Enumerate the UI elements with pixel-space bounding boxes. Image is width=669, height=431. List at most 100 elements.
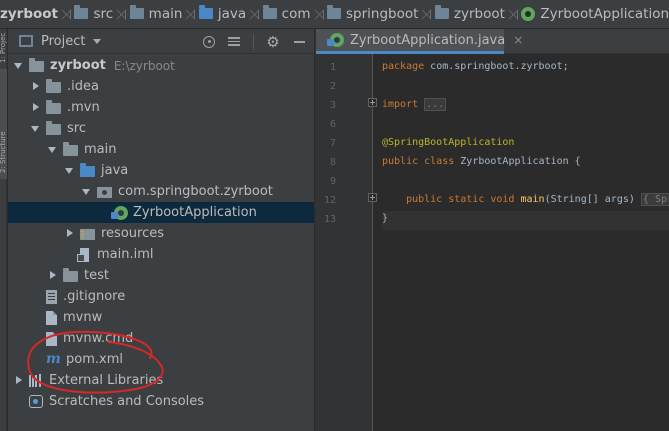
code-line-1: package com.springboot.zyrboot; <box>382 61 569 72</box>
spring-boot-class-icon <box>521 7 536 21</box>
tree-item-label: .mvn <box>67 100 100 115</box>
breadcrumb-item-java[interactable]: java <box>198 0 246 28</box>
collapsed-arrow-icon[interactable] <box>14 376 23 385</box>
project-view-selector[interactable]: Project <box>41 34 85 49</box>
breadcrumb-separator-icon <box>315 0 324 28</box>
project-path: E:\zyrboot <box>113 58 175 73</box>
expanded-arrow-icon[interactable] <box>14 61 23 70</box>
scratches-icon <box>29 395 43 408</box>
tree-item-label: pom.xml <box>66 352 123 367</box>
breadcrumb-separator-icon <box>422 0 431 28</box>
libraries-icon <box>29 374 43 387</box>
code-line-7: public class ZyrbootApplication { <box>382 156 581 167</box>
collapsed-arrow-icon[interactable] <box>31 82 40 91</box>
package-icon <box>97 187 112 198</box>
tree-item[interactable]: Scratches and Consoles <box>8 391 314 412</box>
folder-icon <box>63 142 78 156</box>
maven-icon: m <box>46 351 61 367</box>
tree-item[interactable]: main <box>8 139 314 160</box>
tree-item-label: com.springboot.zyrboot <box>118 184 273 199</box>
collapsed-arrow-icon[interactable] <box>31 103 40 112</box>
expanded-arrow-icon[interactable] <box>31 124 40 133</box>
breadcrumb-item-project[interactable]: zyrboot <box>0 0 58 28</box>
expanded-arrow-icon[interactable] <box>82 187 91 196</box>
tree-item-label: ZyrbootApplication <box>133 205 257 220</box>
breadcrumb-item-class[interactable]: ZyrbootApplication <box>521 0 669 28</box>
tree-item[interactable]: mvnw.cmd <box>8 328 314 349</box>
folder-icon <box>74 4 89 19</box>
project-panel-header: Project ⚙ <box>8 29 314 54</box>
folder-icon <box>29 58 44 72</box>
tree-item[interactable]: mvnw <box>8 307 314 328</box>
code-line-12: } <box>382 213 389 224</box>
tree-item[interactable]: External Libraries <box>8 370 314 391</box>
line-number: 3 <box>329 100 336 111</box>
gear-icon[interactable]: ⚙ <box>266 34 280 49</box>
code-line-6: @SpringBootApplication <box>382 137 515 148</box>
collapsed-arrow-icon[interactable] <box>48 271 57 280</box>
breadcrumb-separator-icon <box>62 0 71 28</box>
source-folder-icon <box>80 163 95 177</box>
tree-item-label: .idea <box>67 79 99 94</box>
tree-item-label: Scratches and Consoles <box>49 394 205 409</box>
close-icon[interactable]: × <box>513 33 523 47</box>
line-number: 2 <box>329 81 336 92</box>
folder-icon <box>46 79 61 93</box>
fold-expand-icon[interactable] <box>368 98 377 107</box>
tree-item[interactable]: src <box>8 118 314 139</box>
tree-item[interactable]: .idea <box>8 76 314 97</box>
editor-tab-zyrbootapplication[interactable]: ZyrbootApplication.java × <box>316 29 523 54</box>
tree-item[interactable]: java <box>8 160 314 181</box>
breadcrumb-item-springboot[interactable]: springboot <box>327 0 418 28</box>
breadcrumb-item-main[interactable]: main <box>129 0 182 28</box>
tree-item-label: resources <box>101 226 165 241</box>
tree-item[interactable]: .mvn <box>8 97 314 118</box>
folder-icon <box>129 4 144 19</box>
breadcrumb-separator-icon <box>117 0 126 28</box>
package-icon <box>327 4 341 19</box>
minimize-icon[interactable] <box>292 35 306 49</box>
tree-item-label: main.iml <box>97 247 154 262</box>
line-number: 13 <box>323 214 336 225</box>
tree-item[interactable]: resources <box>8 223 314 244</box>
module-file-icon <box>77 247 89 262</box>
tree-item[interactable]: m pom.xml <box>8 349 314 370</box>
tree-item[interactable]: com.springboot.zyrboot <box>8 181 314 202</box>
chevron-down-icon[interactable] <box>93 38 102 44</box>
tree-item-label: test <box>84 268 109 283</box>
text-file-icon <box>46 310 57 325</box>
expanded-arrow-icon[interactable] <box>48 145 57 154</box>
tree-item[interactable]: zyrboot E:\zyrboot <box>8 55 314 76</box>
tree-item[interactable]: ZyrbootApplication <box>8 202 314 223</box>
tree-item-label: External Libraries <box>49 373 164 388</box>
locate-icon[interactable] <box>203 35 215 48</box>
breadcrumb-item-com[interactable]: com <box>262 0 311 28</box>
folder-icon <box>46 121 61 135</box>
breadcrumb-item-src[interactable]: src <box>74 0 113 28</box>
project-panel-toolbar: ⚙ <box>203 29 306 54</box>
package-icon <box>262 4 277 19</box>
tree-item-label: src <box>67 121 86 136</box>
tree-item[interactable]: main.iml <box>8 244 314 265</box>
code-line-9: public static void main(String[] args) {… <box>382 190 669 209</box>
collapsed-arrow-icon[interactable] <box>65 229 74 238</box>
source-folder-icon <box>198 4 213 19</box>
folded-imports[interactable]: ... <box>424 98 447 111</box>
breadcrumb-separator-icon <box>186 0 195 28</box>
tree-item[interactable]: test <box>8 265 314 286</box>
breadcrumb-item-zyrboot[interactable]: zyrboot <box>434 0 505 28</box>
tool-tab-project[interactable]: 2: Structure <box>0 69 7 179</box>
tree-item[interactable]: .gitignore <box>8 286 314 307</box>
folded-method-body[interactable]: { Spr <box>640 193 669 206</box>
tool-tab-project-top[interactable]: 1: Project <box>0 31 7 65</box>
line-number: 8 <box>329 157 336 168</box>
code-area[interactable]: package com.springboot.zyrboot; import .… <box>382 54 669 431</box>
left-tool-strip: 1: Project 2: Structure <box>0 29 7 431</box>
line-number: 1 <box>329 62 336 73</box>
spring-boot-class-icon <box>327 33 344 47</box>
collapse-all-icon[interactable] <box>227 35 241 49</box>
project-view-icon <box>19 35 33 47</box>
expanded-arrow-icon[interactable] <box>65 166 74 175</box>
toolbar-divider <box>253 33 254 50</box>
fold-expand-icon[interactable] <box>368 193 377 202</box>
